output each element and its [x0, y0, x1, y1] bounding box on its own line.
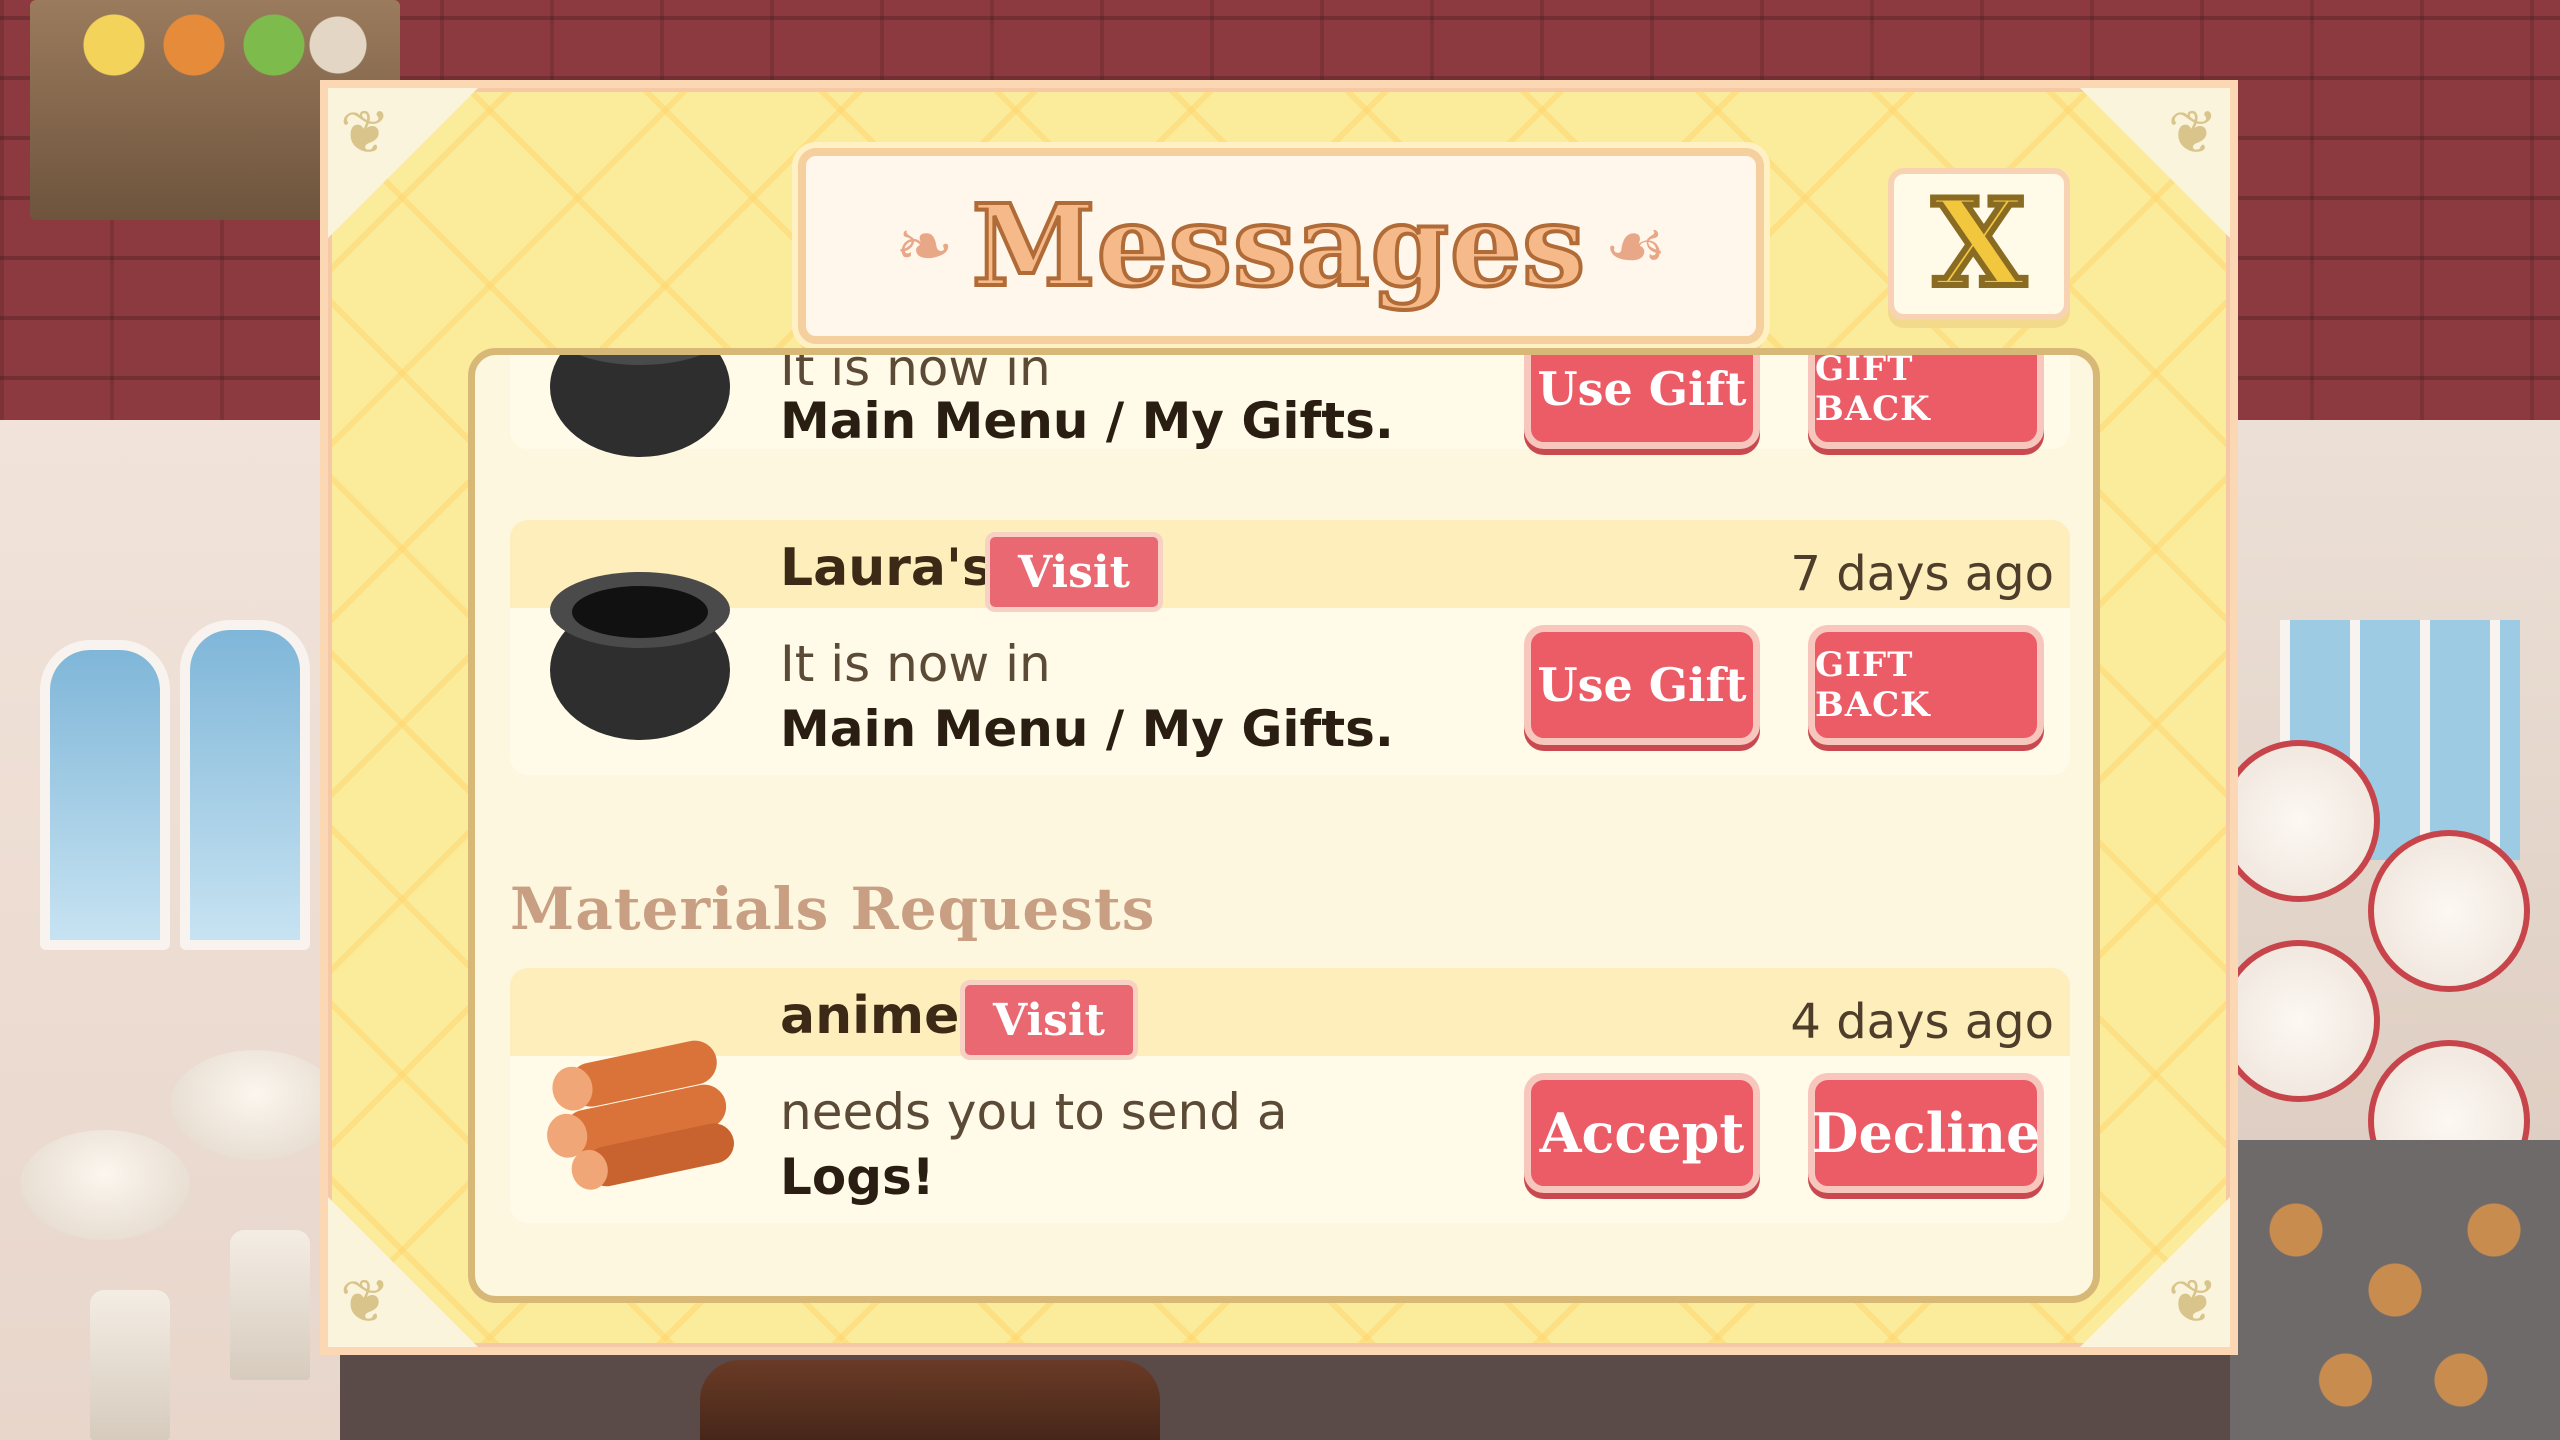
dining-table — [20, 1130, 190, 1240]
message-line: It is now in — [780, 348, 1051, 397]
messages-dialog: ❦ ❦ ❦ ❦ ❧ Messages ☙ X It is now in Main… — [320, 80, 2238, 1355]
gingerbread-tray — [2230, 1140, 2560, 1440]
gift-back-button[interactable]: GIFT BACK — [1808, 625, 2044, 745]
close-button[interactable]: X — [1888, 168, 2070, 320]
visit-button[interactable]: Visit — [960, 980, 1138, 1060]
chair — [90, 1290, 170, 1440]
accept-button[interactable]: Accept — [1524, 1073, 1760, 1193]
arched-window — [180, 620, 310, 950]
corner-ornament: ❦ — [2080, 88, 2230, 238]
decline-button[interactable]: Decline — [1808, 1073, 2044, 1193]
material-request-card: anime Visit 4 days ago needs you to send… — [510, 968, 2070, 1223]
use-gift-button[interactable]: Use Gift — [1524, 355, 1760, 449]
gift-message-card: Laura's Visit 7 days ago It is now in Ma… — [510, 520, 2070, 775]
pot-icon — [550, 572, 730, 740]
requested-item: Logs! — [780, 1148, 935, 1206]
chair — [230, 1230, 310, 1380]
section-title: Materials Requests — [510, 875, 1156, 943]
corner-ornament: ❦ — [328, 88, 478, 238]
timestamp: 7 days ago — [1790, 546, 2054, 602]
visit-button[interactable]: Visit — [985, 532, 1163, 612]
whipped-cream-plate — [2368, 830, 2530, 992]
use-gift-button[interactable]: Use Gift — [1524, 625, 1760, 745]
whipped-cream-plate — [2218, 940, 2380, 1102]
close-icon: X — [1929, 173, 2028, 314]
pot-icon — [550, 355, 730, 457]
messages-list[interactable]: It is now in Main Menu / My Gifts. Use G… — [468, 348, 2100, 1303]
gift-message-card: It is now in Main Menu / My Gifts. Use G… — [510, 348, 2070, 457]
corner-ornament: ❦ — [328, 1197, 478, 1347]
chocolate-cake — [700, 1360, 1160, 1440]
whipped-cream-plate — [2218, 740, 2380, 902]
flourish-left-icon: ❧ — [895, 205, 954, 287]
message-location: Main Menu / My Gifts. — [780, 700, 1394, 758]
dialog-title: Messages — [970, 179, 1588, 314]
sender-name: Laura's — [780, 538, 993, 598]
flourish-right-icon: ☙ — [1604, 205, 1667, 287]
message-line: It is now in — [780, 635, 1051, 693]
request-line: needs you to send a — [780, 1083, 1288, 1141]
message-location: Main Menu / My Gifts. — [780, 392, 1394, 450]
corner-ornament: ❦ — [2080, 1197, 2230, 1347]
timestamp: 4 days ago — [1790, 994, 2054, 1050]
gift-back-button[interactable]: GIFT BACK — [1808, 355, 2044, 449]
dining-table — [170, 1050, 340, 1160]
logs-icon — [547, 1040, 734, 1190]
title-banner: ❧ Messages ☙ — [798, 148, 1764, 344]
arched-window — [40, 640, 170, 950]
sender-name: anime — [780, 986, 960, 1046]
